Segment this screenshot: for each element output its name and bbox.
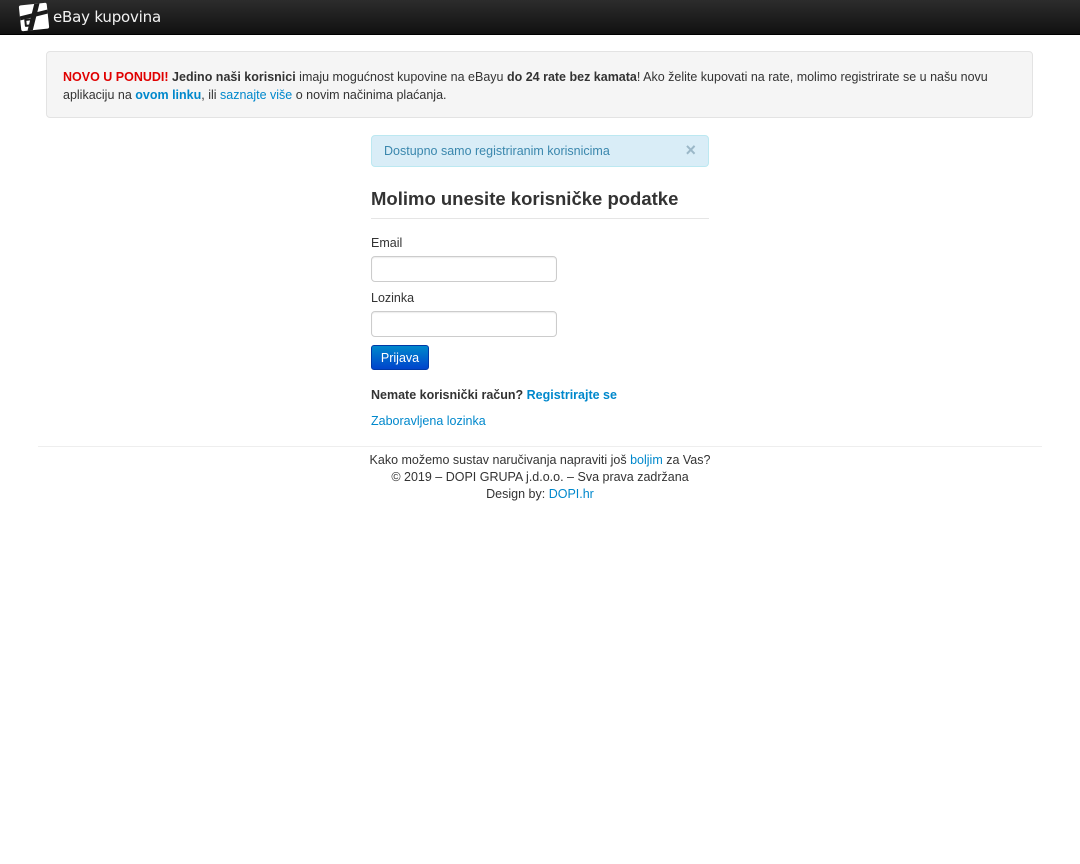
login-title: Molimo unesite korisničke podatke	[371, 188, 709, 219]
password-field[interactable]	[371, 311, 557, 337]
footer-text: za Vas?	[662, 453, 711, 467]
promo-banner: NOVO U PONUDI! Jedino naši korisnici ima…	[46, 51, 1033, 118]
promo-text: o novim načinima plaćanja.	[292, 88, 447, 102]
promo-text: imaju mogućnost kupovine na eBayu	[295, 70, 507, 84]
footer-feedback-link[interactable]: boljim	[630, 453, 663, 467]
forgot-password-link[interactable]: Zaboravljena lozinka	[371, 414, 486, 428]
gift-box-icon	[18, 2, 50, 32]
promo-link-learn-more[interactable]: saznajte više	[220, 88, 292, 102]
promo-bold-installments: do 24 rate bez kamata	[506, 70, 637, 84]
no-account-text: Nemate korisnički račun?	[371, 388, 524, 402]
login-button[interactable]: Prijava	[371, 345, 429, 370]
promo-text: , ili	[201, 88, 220, 102]
footer-design-link[interactable]: DOPI.hr	[549, 487, 594, 501]
close-icon[interactable]: ×	[685, 141, 696, 159]
info-alert: Dostupno samo registriranim korisnicima …	[371, 135, 709, 167]
footer-design-line: Design by: DOPI.hr	[0, 486, 1080, 503]
footer-text: Design by:	[486, 487, 549, 501]
password-label: Lozinka	[371, 291, 415, 305]
footer-divider	[38, 446, 1042, 447]
brand-text: eBay kupovina	[53, 8, 161, 26]
top-navbar: eBay kupovina	[0, 0, 1080, 35]
brand-link[interactable]: eBay kupovina	[18, 2, 161, 32]
footer: Kako možemo sustav naručivanja napraviti…	[0, 452, 1080, 503]
footer-feedback-line: Kako možemo sustav naručivanja napraviti…	[0, 452, 1080, 469]
alert-text: Dostupno samo registriranim korisnicima	[384, 144, 610, 158]
register-line: Nemate korisnički račun? Registrirajte s…	[371, 388, 617, 402]
promo-highlight: NOVO U PONUDI!	[63, 70, 169, 84]
register-link[interactable]: Registrirajte se	[527, 388, 617, 402]
email-label: Email	[371, 236, 403, 250]
footer-copyright: © 2019 – DOPI GRUPA j.d.o.o. – Sva prava…	[391, 470, 689, 484]
promo-bold-users: Jedino naši korisnici	[172, 70, 296, 84]
footer-text: Kako možemo sustav naručivanja napraviti…	[369, 453, 631, 467]
promo-link-app[interactable]: ovom linku	[135, 88, 201, 102]
email-field[interactable]	[371, 256, 557, 282]
